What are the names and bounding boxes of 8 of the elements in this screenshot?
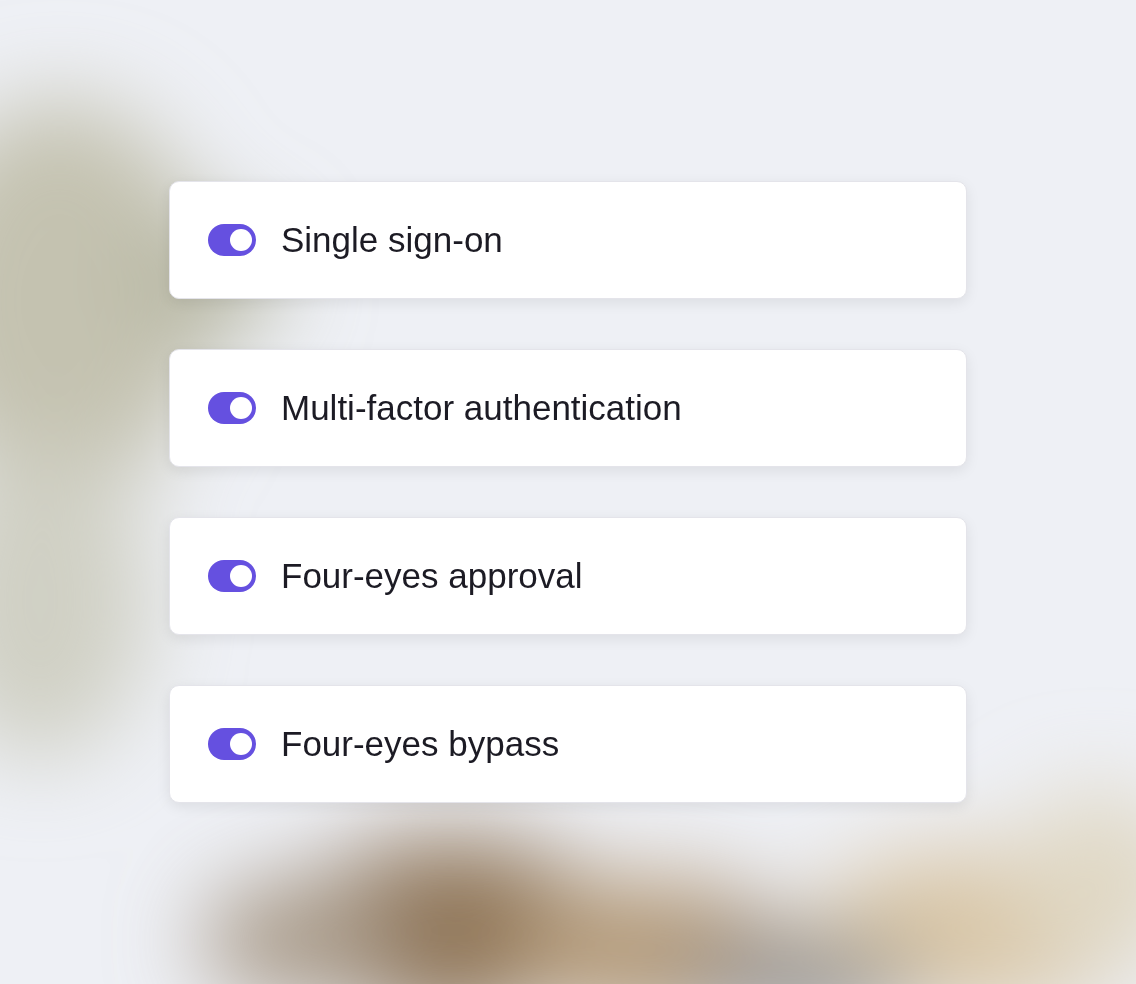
toggle-switch[interactable] — [208, 392, 256, 424]
setting-label: Four-eyes bypass — [281, 722, 560, 765]
toggle-switch[interactable] — [208, 728, 256, 760]
setting-label: Four-eyes approval — [281, 554, 583, 597]
setting-label: Single sign-on — [281, 218, 503, 261]
toggle-switch[interactable] — [208, 560, 256, 592]
setting-label: Multi-factor authentication — [281, 386, 682, 429]
toggle-switch[interactable] — [208, 224, 256, 256]
